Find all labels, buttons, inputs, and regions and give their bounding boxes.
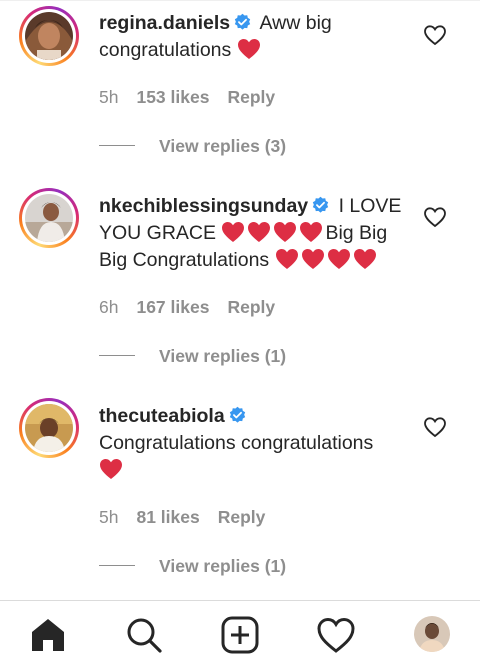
comment-time: 6h (99, 297, 119, 317)
comment-time: 5h (99, 507, 119, 527)
comment-likes[interactable]: 81 likes (136, 507, 199, 527)
red-heart-emoji (274, 222, 297, 242)
tab-new-post[interactable] (220, 615, 260, 655)
avatar[interactable] (19, 6, 79, 66)
comment-time: 5h (99, 87, 119, 107)
bottom-tab-bar (0, 600, 480, 666)
tab-profile[interactable] (414, 616, 450, 652)
comment-text: nkechiblessingsunday I LOVE YOU GRACE Bi… (99, 193, 409, 274)
comment-meta: 5h 153 likes Reply (99, 87, 293, 108)
red-heart-emoji (300, 222, 323, 242)
activity-icon (317, 617, 355, 653)
comment-username[interactable]: nkechiblessingsunday (99, 195, 308, 217)
red-heart-emoji (222, 222, 245, 242)
red-heart-emoji (275, 249, 298, 269)
view-replies-label[interactable]: View replies (1) (159, 556, 286, 576)
comment-likes[interactable]: 167 likes (136, 297, 209, 317)
red-heart-emoji (100, 459, 122, 479)
like-heart-icon[interactable] (423, 24, 447, 46)
avatar-photo (25, 404, 73, 452)
avatar[interactable] (19, 188, 79, 248)
like-heart-icon[interactable] (423, 416, 447, 438)
avatar[interactable] (19, 398, 79, 458)
red-heart-emoji (353, 249, 376, 269)
replies-divider (99, 355, 135, 356)
red-heart-emoji (248, 222, 271, 242)
top-divider (0, 0, 480, 5)
comment-meta: 6h 167 likes Reply (99, 297, 293, 318)
view-replies-label[interactable]: View replies (1) (159, 346, 286, 366)
comment-likes[interactable]: 153 likes (136, 87, 209, 107)
comment-username[interactable]: thecuteabiola (99, 405, 225, 427)
new-post-icon (221, 616, 259, 654)
profile-avatar (414, 616, 450, 652)
tab-search[interactable] (124, 615, 164, 655)
like-heart-icon[interactable] (423, 206, 447, 228)
comment-text: regina.daniels Aww big congratulations (99, 10, 409, 64)
red-heart-emoji (301, 249, 324, 269)
red-heart-emoji (237, 39, 260, 59)
verified-badge-icon (234, 13, 251, 30)
reply-button[interactable]: Reply (227, 87, 275, 107)
comment-body: Congratulations congratulations (99, 432, 374, 454)
replies-divider (99, 565, 135, 566)
reply-button[interactable]: Reply (218, 507, 266, 527)
avatar-photo (25, 12, 73, 60)
view-replies[interactable]: View replies (1) (99, 346, 286, 367)
view-replies-label[interactable]: View replies (3) (159, 136, 286, 156)
tab-home[interactable] (28, 615, 68, 655)
home-icon (32, 619, 64, 651)
verified-badge-icon (229, 406, 245, 423)
replies-divider (99, 145, 135, 146)
comment-meta: 5h 81 likes Reply (99, 507, 283, 528)
comment-text: thecuteabiola Congratulations congratula… (99, 403, 409, 484)
tab-activity[interactable] (316, 615, 356, 655)
view-replies[interactable]: View replies (3) (99, 136, 286, 157)
view-replies[interactable]: View replies (1) (99, 556, 286, 577)
reply-button[interactable]: Reply (227, 297, 275, 317)
verified-badge-icon (312, 196, 329, 213)
red-heart-emoji (327, 249, 350, 269)
comment-username[interactable]: regina.daniels (99, 12, 230, 34)
search-icon (127, 618, 162, 653)
avatar-photo (25, 194, 73, 242)
